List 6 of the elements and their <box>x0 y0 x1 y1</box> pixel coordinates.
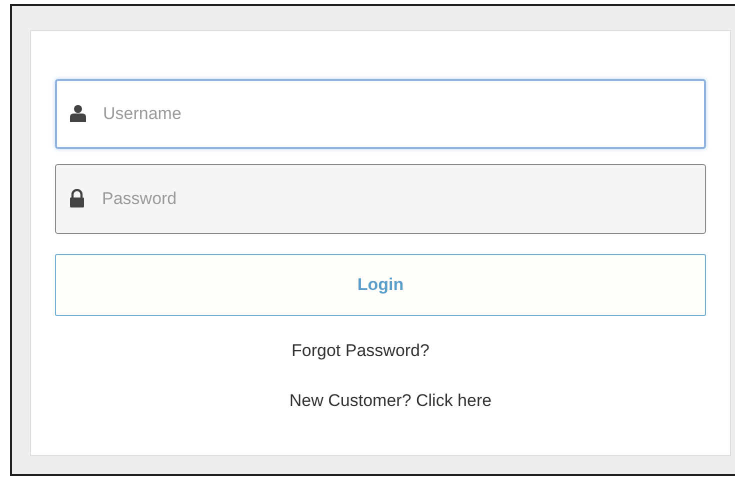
forgot-password-link[interactable]: Forgot Password? <box>292 338 430 364</box>
lock-icon <box>69 189 85 208</box>
input-field[interactable]: Password <box>55 164 706 234</box>
input-field[interactable]: Username <box>55 79 706 149</box>
user-icon <box>69 104 87 122</box>
new-customer-link[interactable]: New Customer? Click here <box>289 388 492 413</box>
